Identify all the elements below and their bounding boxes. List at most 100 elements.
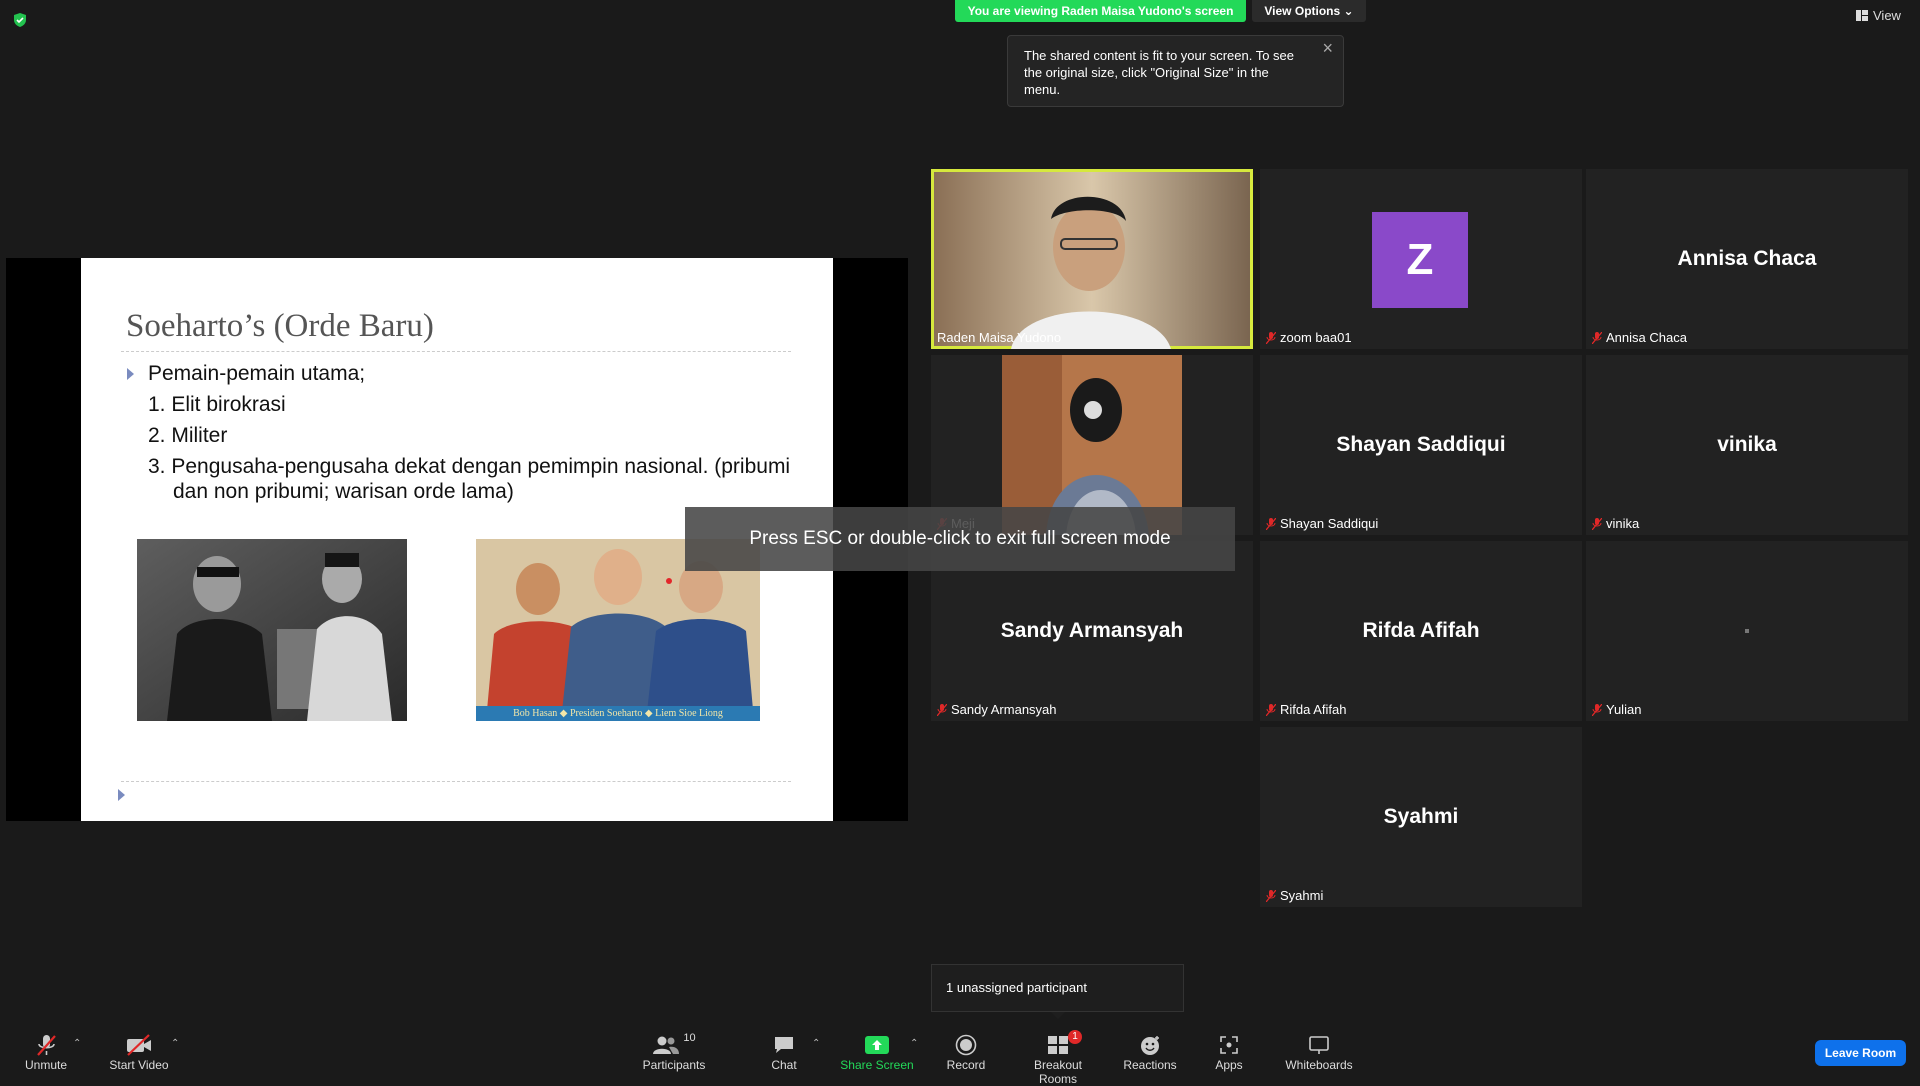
participant-name: Annisa Chaca (1606, 330, 1687, 345)
whiteboards-button[interactable]: Whiteboards (1283, 1032, 1355, 1072)
apps-button[interactable]: Apps (1214, 1032, 1244, 1072)
participant-tile[interactable]: Yulian (1586, 541, 1908, 721)
slide-item: 3. Pengusaha-pengusaha dekat dengan pemi… (148, 455, 791, 478)
breakout-rooms-button[interactable]: 1 Breakout Rooms (1014, 1030, 1102, 1086)
whiteboards-label: Whiteboards (1285, 1058, 1353, 1072)
breakout-rooms-label: Breakout Rooms (1033, 1058, 1083, 1086)
mic-muted-icon (1266, 889, 1276, 902)
start-video-button[interactable]: Start Video (106, 1032, 172, 1072)
share-screen-button[interactable]: Share Screen (840, 1032, 914, 1072)
unmute-button[interactable]: Unmute (22, 1032, 70, 1072)
record-button[interactable]: Record (944, 1032, 988, 1072)
participant-video (934, 172, 1250, 349)
mic-muted-icon (22, 1032, 70, 1058)
participant-name: Sandy Armansyah (951, 702, 1057, 717)
participant-name-label: Yulian (1592, 702, 1641, 717)
participant-name: Raden Maisa Yudono (937, 330, 1062, 345)
participant-name-label: Raden Maisa Yudono (937, 330, 1061, 345)
view-options-button[interactable]: View Options ⌄ (1252, 0, 1366, 22)
participant-name: Shayan Saddiqui (1280, 516, 1379, 531)
chevron-down-icon: ⌄ (1343, 4, 1354, 18)
tooltip-text: The shared content is fit to your screen… (1024, 48, 1295, 97)
participant-name-label: vinika (1592, 516, 1639, 531)
unassigned-participants-popup[interactable]: 1 unassigned participant (931, 964, 1184, 1012)
viewing-screen-banner: You are viewing Raden Maisa Yudono's scr… (955, 0, 1246, 22)
mic-muted-icon (1592, 331, 1602, 344)
photo-caption: Bob Hasan ◆ Presiden Soeharto ◆ Liem Sio… (476, 706, 760, 721)
share-options-caret[interactable]: ⌃ (910, 1038, 918, 1049)
chat-button[interactable]: Chat (764, 1032, 804, 1072)
participant-tile[interactable]: Shayan Saddiqui Shayan Saddiqui (1260, 355, 1582, 535)
shield-icon[interactable] (12, 12, 28, 28)
reactions-label: Reactions (1123, 1058, 1177, 1072)
participant-name: zoom baa01 (1280, 330, 1352, 345)
participant-display-name: Sandy Armansyah (1000, 619, 1184, 642)
participant-tile[interactable]: Zzoom baa01 (1260, 169, 1582, 349)
mic-muted-icon (1266, 331, 1276, 344)
chat-label: Chat (771, 1058, 797, 1072)
smiley-icon (1123, 1032, 1177, 1058)
chat-options-caret[interactable]: ⌃ (812, 1038, 820, 1049)
participant-name: vinika (1606, 516, 1640, 531)
bullet-arrow-icon (118, 789, 125, 801)
mic-muted-icon (1592, 703, 1602, 716)
fit-to-screen-tooltip: The shared content is fit to your screen… (1007, 35, 1344, 107)
grid-layout-icon (1856, 10, 1868, 21)
leave-room-button[interactable]: Leave Room (1815, 1040, 1906, 1066)
slide-item: 1. Elit birokrasi (148, 393, 286, 416)
title-divider (121, 351, 791, 352)
participants-icon (653, 1036, 680, 1054)
participant-name-label: zoom baa01 (1266, 330, 1352, 345)
slide-bullet: Pemain-pemain utama; (148, 362, 366, 385)
avatar: Z (1372, 212, 1468, 308)
close-icon[interactable]: × (1322, 39, 1333, 57)
participant-name: Yulian (1606, 702, 1642, 717)
participant-tile[interactable]: Rifda Afifah Rifda Afifah (1260, 541, 1582, 721)
record-icon (944, 1032, 988, 1058)
participant-name-label: Syahmi (1266, 888, 1323, 903)
meeting-toolbar: Unmute ⌃ Start Video ⌃ 10 Participants C… (0, 1020, 1920, 1086)
participant-name-label: Annisa Chaca (1592, 330, 1687, 345)
participants-count: 10 (683, 1032, 696, 1044)
slide-title: Soeharto’s (Orde Baru) (126, 308, 434, 344)
participant-display-name: Rifda Afifah (1362, 619, 1480, 642)
mic-muted-icon (1266, 703, 1276, 716)
bullet-arrow-icon (127, 368, 134, 380)
participant-tile[interactable]: Raden Maisa Yudono (931, 169, 1253, 349)
mic-muted-icon (1592, 517, 1602, 530)
no-video-placeholder (1745, 629, 1749, 633)
slide-item: dan non pribumi; warisan orde lama) (173, 480, 514, 503)
whiteboard-icon (1283, 1032, 1355, 1058)
breakout-badge: 1 (1068, 1030, 1082, 1044)
reactions-button[interactable]: Reactions (1123, 1032, 1177, 1072)
share-screen-icon (840, 1032, 914, 1058)
unmute-label: Unmute (24, 1058, 68, 1072)
view-options-label: View Options (1264, 4, 1341, 18)
participant-name-label: Sandy Armansyah (937, 702, 1057, 717)
mic-muted-icon (937, 703, 947, 716)
participant-display-name: Shayan Saddiqui (1336, 433, 1506, 456)
mic-muted-icon (1266, 517, 1276, 530)
participant-tile[interactable]: vinika vinika (1586, 355, 1908, 535)
participant-display-name: vinika (1717, 433, 1777, 456)
view-button[interactable]: View (1856, 8, 1901, 23)
participant-name: Rifda Afifah (1280, 702, 1347, 717)
video-options-caret[interactable]: ⌃ (171, 1038, 179, 1049)
breakout-rooms-icon: 1 (1014, 1030, 1102, 1058)
record-label: Record (946, 1058, 986, 1072)
video-off-icon (106, 1032, 172, 1058)
popup-caret (1051, 1012, 1065, 1019)
start-video-label: Start Video (109, 1058, 169, 1072)
exit-fullscreen-message: Press ESC or double-click to exit full s… (685, 507, 1235, 571)
participant-display-name: Syahmi (1383, 805, 1459, 828)
participant-name-label: Rifda Afifah (1266, 702, 1347, 717)
participant-tile[interactable]: Syahmi Syahmi (1260, 727, 1582, 907)
participant-tile[interactable]: Annisa Chaca Annisa Chaca (1586, 169, 1908, 349)
participant-display-name: Annisa Chaca (1677, 247, 1817, 270)
audio-options-caret[interactable]: ⌃ (73, 1038, 81, 1049)
participants-button[interactable]: 10 Participants (642, 1032, 706, 1072)
participants-label: Participants (642, 1058, 706, 1072)
footer-divider (121, 781, 791, 782)
apps-icon (1214, 1032, 1244, 1058)
apps-label: Apps (1215, 1058, 1243, 1072)
